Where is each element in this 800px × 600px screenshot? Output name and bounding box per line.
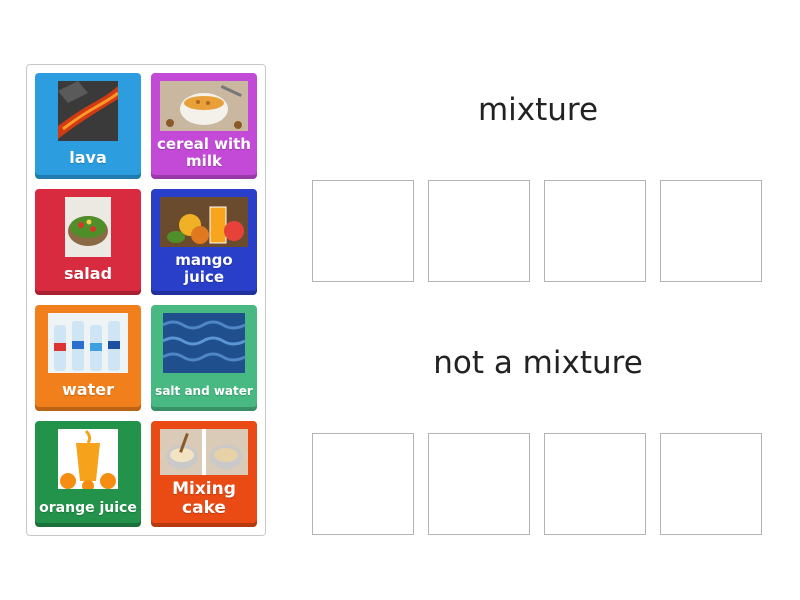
drop-slot[interactable] bbox=[660, 433, 762, 535]
tile-orange-juice[interactable]: orange juice bbox=[35, 421, 141, 527]
drop-slot[interactable] bbox=[312, 433, 414, 535]
group-title-not-a-mixture: not a mixture bbox=[433, 345, 643, 381]
tile-mango-juice[interactable]: mango juice bbox=[151, 189, 257, 295]
drop-slot[interactable] bbox=[544, 433, 646, 535]
lava-image bbox=[58, 81, 118, 141]
tile-label: cereal with milk bbox=[157, 135, 251, 170]
tile-lava[interactable]: lava bbox=[35, 73, 141, 179]
tile-label: orange juice bbox=[39, 500, 137, 516]
drop-slot[interactable] bbox=[312, 180, 414, 282]
mixing-cake-image bbox=[160, 429, 248, 475]
mango-juice-image bbox=[160, 197, 248, 247]
orange-juice-image bbox=[58, 429, 118, 489]
cereal-bowl-image bbox=[160, 81, 248, 131]
tile-cereal-with-milk[interactable]: cereal with milk bbox=[151, 73, 257, 179]
salad-bowl-image bbox=[65, 197, 111, 257]
tile-water[interactable]: water bbox=[35, 305, 141, 411]
drop-slot[interactable] bbox=[428, 180, 530, 282]
water-bottles-image bbox=[48, 313, 128, 373]
tile-label: salad bbox=[63, 264, 113, 283]
tile-label: salt and water bbox=[155, 384, 253, 398]
tile-label: lava bbox=[69, 148, 107, 167]
tile-salt-and-water[interactable]: salt and water bbox=[151, 305, 257, 411]
drop-slot[interactable] bbox=[544, 180, 646, 282]
tile-label: water bbox=[62, 380, 114, 399]
ocean-water-image bbox=[163, 313, 245, 373]
drop-slot[interactable] bbox=[660, 180, 762, 282]
tile-tray: lava cereal with milk salad mango juice … bbox=[26, 64, 266, 536]
tile-label: Mixing cake bbox=[172, 479, 236, 518]
tile-label: mango juice bbox=[175, 251, 233, 286]
tile-mixing-cake[interactable]: Mixing cake bbox=[151, 421, 257, 527]
group-title-mixture: mixture bbox=[477, 92, 599, 128]
tile-salad[interactable]: salad bbox=[35, 189, 141, 295]
drop-slot[interactable] bbox=[428, 433, 530, 535]
